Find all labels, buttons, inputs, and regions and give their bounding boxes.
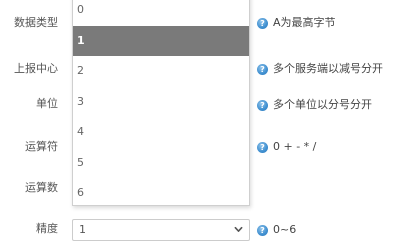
field-label-operator: 运算符 [25,140,58,153]
question-circle-icon: ? [257,63,268,75]
precision-dropdown-list[interactable]: 0 1 2 3 4 5 6 [72,0,250,206]
hint-unit: ? 多个单位以分号分开 [257,98,372,112]
hint-text: 0 + - * / [273,140,317,153]
hint-precision: ? 0~6 [257,223,296,237]
hint-text: 多个服务端以减号分开 [273,62,383,75]
question-circle-icon: ? [257,99,268,111]
hint-text: 多个单位以分号分开 [273,98,372,111]
field-label-precision: 精度 [36,222,58,235]
hint-text: 0~6 [273,223,297,236]
precision-select-value: 1 [79,223,86,236]
precision-option[interactable]: 5 [73,148,249,179]
question-circle-icon: ? [257,17,268,29]
hint-report-center: ? 多个服务端以减号分开 [257,62,383,76]
precision-option[interactable]: 4 [73,117,249,148]
hint-text: A为最高字节 [273,16,336,29]
precision-option[interactable]: 6 [73,178,249,209]
precision-option-selected[interactable]: 1 [73,25,249,56]
hint-data-type: ? A为最高字节 [257,16,336,30]
precision-option[interactable]: 2 [73,56,249,87]
field-label-unit: 单位 [36,97,58,110]
question-circle-icon: ? [257,141,268,153]
precision-select[interactable]: 1 [72,219,250,241]
chevron-down-icon [234,226,243,232]
field-label-operand: 运算数 [25,181,58,194]
precision-option[interactable]: 3 [73,87,249,118]
question-circle-icon: ? [257,224,268,236]
precision-option[interactable]: 0 [73,0,249,26]
hint-operator: ? 0 + - * / [257,140,316,154]
field-label-report-center: 上报中心 [14,62,58,75]
field-label-data-type: 数据类型 [14,16,58,29]
